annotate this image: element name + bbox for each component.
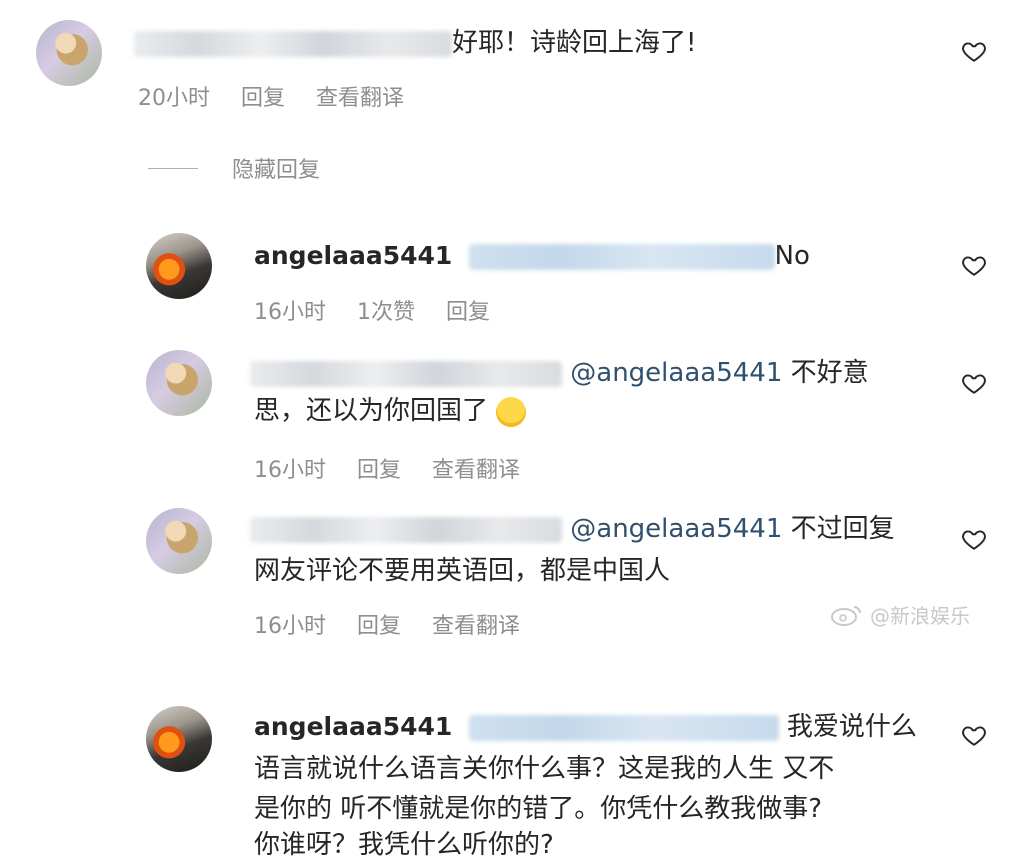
comment-text: 思，还以为你回国了 [254,396,489,426]
comment-text-row: 是你的 听不懂就是你的错了。你凭什么教我做事? [254,790,822,828]
username[interactable]: angelaaa5441 [254,241,452,270]
comment-text-row: 语言就说什么语言关你什么事？这是我的人生 又不 [254,750,834,788]
blurred-username [250,360,562,387]
comment-text: 我爱说什么 [786,712,917,742]
translate-button[interactable]: 查看翻译 [432,614,520,639]
username[interactable]: angelaaa5441 [254,712,452,741]
laughing-tears-emoji-icon [496,396,527,427]
comment-text: 是你的 听不懂就是你的错了。你凭什么教我做事? [254,794,823,824]
translate-button[interactable]: 查看翻译 [432,458,520,483]
blurred-username [250,516,562,543]
comment-text-row: 网友评论不要用英语回，都是中国人 [254,552,670,590]
comment-text: 不过回复 [790,514,895,544]
watermark-text: @新浪娱乐 [870,604,970,628]
comment-text: 语言就说什么语言关你什么事？这是我的人生 又不 [254,754,835,784]
comment-meta: 16小时 回复 查看翻译 [254,452,544,484]
comment-meta: 16小时 回复 查看翻译 [254,608,544,640]
reply-button[interactable]: 回复 [357,614,401,639]
watermark: @新浪娱乐 [830,600,970,629]
like-heart-icon[interactable] [961,370,987,396]
timestamp: 16小时 [254,458,326,483]
comment-text-row: 你谁呀？我凭什么听你的? [254,826,554,864]
comment-text-row: @angelaaa5441 不好意 [250,354,869,392]
timestamp: 16小时 [254,614,326,639]
comment-text: 不好意 [790,358,869,388]
like-count[interactable]: 1次赞 [357,300,415,325]
reply-button[interactable]: 回复 [241,86,285,111]
reply-button[interactable]: 回复 [357,458,401,483]
comment-text: 好耶！诗龄回上海了! [452,28,697,58]
comment-text: No [774,241,810,271]
mention-link[interactable]: @angelaaa5441 [570,514,782,544]
translate-button[interactable]: 查看翻译 [316,86,404,111]
comment-text-row: angelaaa5441 No [254,237,810,275]
like-heart-icon[interactable] [961,252,987,278]
comment-text: 你谁呀？我凭什么听你的? [254,830,554,860]
hide-replies-label: 隐藏回复 [232,158,321,183]
comment-text-row: @angelaaa5441 不过回复 [250,510,895,548]
timestamp: 16小时 [254,300,326,325]
weibo-logo-icon [831,605,861,626]
like-heart-icon[interactable] [961,38,987,64]
divider-line [148,167,198,169]
avatar[interactable] [36,20,102,86]
reply-button[interactable]: 回复 [446,300,490,325]
blurred-username [134,30,452,57]
avatar[interactable] [146,508,212,574]
comment-text: 网友评论不要用英语回，都是中国人 [254,556,671,586]
like-heart-icon[interactable] [961,526,987,552]
comment-text-row: 思，还以为你回国了 [254,392,527,430]
comment-text-row: 好耶！诗龄回上海了! [134,24,696,62]
avatar[interactable] [146,706,212,772]
comment-meta: 20小时 回复 查看翻译 [138,80,428,112]
comment-meta: 16小时 1次赞 回复 [254,294,514,326]
avatar[interactable] [146,233,212,299]
mention-link[interactable]: @angelaaa5441 [570,358,782,388]
blurred-mention [468,243,775,270]
hide-replies-toggle[interactable]: 隐藏回复 [148,152,320,184]
like-heart-icon[interactable] [961,722,987,748]
timestamp: 20小时 [138,86,210,111]
blurred-mention [468,714,779,741]
comment-text-row: angelaaa5441 我爱说什么 [254,708,917,746]
avatar[interactable] [146,350,212,416]
